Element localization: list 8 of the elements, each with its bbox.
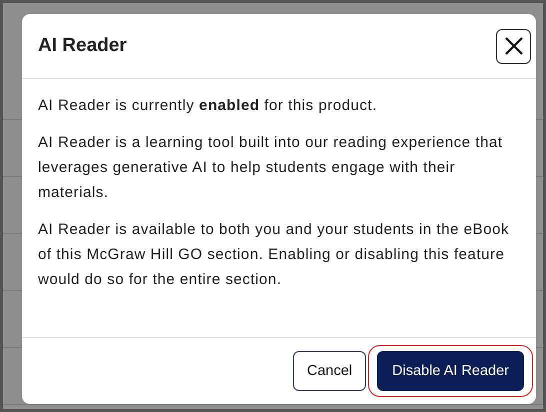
- dialog-paragraph: AI Reader is a learning tool built into our reading experience that leverages generative AI to help students engage with their materials.: [38, 133, 504, 203]
- dialog-paragraph: AI Reader is available to both you and your students in the eBook of this McGraw Hill GO section. Enabling or disabling this feature would do so for the entire section.: [38, 220, 510, 290]
- close-button[interactable]: [496, 28, 531, 64]
- dialog-paragraph: AI Reader is currently enabled for this product.: [38, 96, 378, 116]
- dialog-title: AI Reader: [38, 35, 127, 57]
- disable-button[interactable]: Disable AI Reader: [377, 351, 524, 391]
- close-icon: [504, 36, 524, 56]
- cancel-button[interactable]: Cancel: [292, 351, 366, 391]
